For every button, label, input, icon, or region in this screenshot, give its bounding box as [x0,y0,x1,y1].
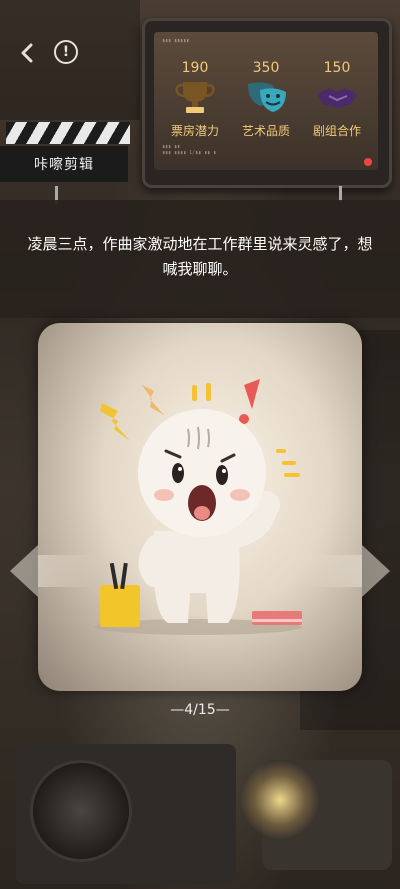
stat-box-office-label: 票房潜力 [170,124,219,138]
event-card[interactable] [38,323,362,691]
trophy-icon [175,82,215,113]
page-indicator: —4/15— [170,702,230,718]
stat-crew-cooperation: 150 剧组合作 [302,60,372,139]
info-button[interactable]: ! [54,40,78,64]
screen-osd-top: ▮▮▮ ▮▮▮▮▮ [162,38,190,44]
screen-osd-bottom: ▮▮▮ ▮▮ ▮▮▮ ▮▮▮▮ 1/▮▮ ▮▮ ▮ [162,144,217,156]
chevron-left-icon [21,43,33,63]
monitor-screen: ▮▮▮ ▮▮▮▮▮ ▮▮▮ ▮▮ ▮▮▮ ▮▮▮▮ 1/▮▮ ▮▮ ▮ 190 票… [154,32,378,170]
handshake-icon [317,88,357,108]
stat-crew-cooperation-label: 剧组合作 [312,124,361,138]
prev-card-arrow[interactable] [10,545,38,597]
clapperboard-stripes [6,122,130,144]
clapperboard: 咔嚓剪辑 [0,122,130,184]
stat-box-office-value: 190 [181,60,209,76]
stat-crew-cooperation-value: 150 [323,60,351,76]
next-arrow-trail [302,555,362,587]
panicked-character-illustration [94,379,302,635]
stat-art-quality-label: 艺术品质 [241,124,290,138]
masks-icon [248,82,286,112]
clapperboard-title: 咔嚓剪辑 [0,146,128,182]
stat-art-quality-value: 350 [252,60,280,76]
narration-text: 凌晨三点，作曲家激动地在工作群里说来灵感了，想喊我聊聊。 [27,235,373,278]
back-button[interactable] [12,38,42,68]
prev-arrow-trail [38,555,98,587]
stat-box-office: 190 票房潜力 [160,60,230,139]
record-indicator [364,158,372,166]
speaker-prop [30,760,132,862]
stats-monitor: ▮▮▮ ▮▮▮▮▮ ▮▮▮ ▮▮ ▮▮▮ ▮▮▮▮ 1/▮▮ ▮▮ ▮ 190 票… [142,18,392,188]
lens-flare [240,760,320,840]
stat-art-quality: 350 艺术品质 [231,60,301,139]
exclamation-circle-icon: ! [62,44,70,60]
next-card-arrow[interactable] [362,545,390,597]
